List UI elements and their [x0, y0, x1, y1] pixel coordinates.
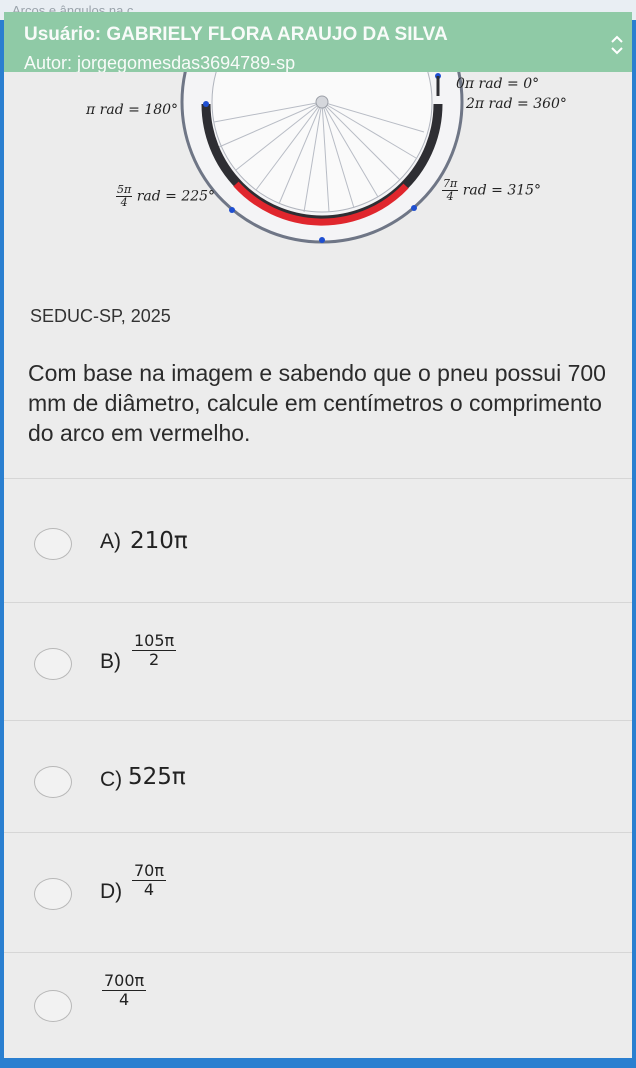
divider — [4, 832, 632, 833]
option-b-letter: B) — [100, 650, 121, 673]
option-a-radio[interactable] — [34, 528, 72, 560]
option-a-value: 210π — [130, 528, 188, 554]
label-5pi4: 5π 4 rad = 225° — [116, 184, 215, 209]
option-d-value: 70π 4 — [132, 862, 166, 899]
label-5pi4-den: 4 — [120, 196, 128, 209]
option-e-den: 4 — [118, 990, 130, 1009]
option-b-num: 105π — [132, 631, 177, 651]
option-d-den: 4 — [143, 880, 155, 899]
marker-bottom — [319, 237, 325, 243]
user-name: Usuário: GABRIELY FLORA ARAUJO DA SILVA — [24, 24, 448, 45]
marker-pi — [203, 101, 209, 107]
divider — [4, 720, 632, 721]
option-d-letter: D) — [100, 880, 123, 903]
option-e[interactable]: 700π 4 — [4, 958, 632, 1068]
option-d-num: 70π — [132, 861, 166, 881]
label-7pi4: 7π 4 rad = 315° — [442, 178, 541, 203]
option-c-radio[interactable] — [34, 766, 72, 798]
option-b-value: 105π 2 — [132, 631, 177, 669]
option-e-value: 700π 4 — [102, 971, 147, 1009]
option-c-value: 525π — [128, 764, 186, 790]
collapse-chevron-icon[interactable] — [609, 32, 625, 58]
label-5pi4-rest: rad = 225° — [136, 188, 216, 205]
tire-diagram — [4, 72, 632, 262]
divider — [4, 952, 632, 953]
option-d[interactable]: D) 70π 4 — [4, 838, 632, 948]
label-zero: 0π rad = 0° — [456, 76, 540, 92]
option-e-num: 700π — [102, 971, 147, 991]
option-a[interactable]: A) 210π — [4, 490, 632, 600]
source-citation: SEDUC-SP, 2025 — [30, 306, 171, 326]
marker-7pi4 — [411, 205, 417, 211]
option-c-letter: C) — [100, 768, 123, 791]
label-7pi4-rest: rad = 315° — [462, 182, 542, 199]
option-b-radio[interactable] — [34, 648, 72, 680]
divider — [4, 478, 632, 479]
question-card: Usuário: GABRIELY FLORA ARAUJO DA SILVA … — [4, 12, 632, 1058]
divider — [4, 602, 632, 603]
label-2pi: 2π rad = 360° — [466, 96, 567, 112]
option-d-radio[interactable] — [34, 878, 72, 910]
label-pi: π rad = 180° — [86, 102, 179, 118]
option-b[interactable]: B) 105π 2 — [4, 608, 632, 718]
option-b-den: 2 — [148, 650, 160, 669]
option-a-letter: A) — [100, 530, 121, 553]
option-c[interactable]: C) 525π — [4, 726, 632, 836]
label-7pi4-den: 4 — [446, 190, 454, 203]
option-e-radio[interactable] — [34, 990, 72, 1022]
tire-figure: 0π rad = 0° 2π rad = 360° π rad = 180° 5… — [4, 62, 632, 262]
question-text: Com base na imagem e sabendo que o pneu … — [28, 360, 606, 446]
marker-5pi4 — [229, 207, 235, 213]
